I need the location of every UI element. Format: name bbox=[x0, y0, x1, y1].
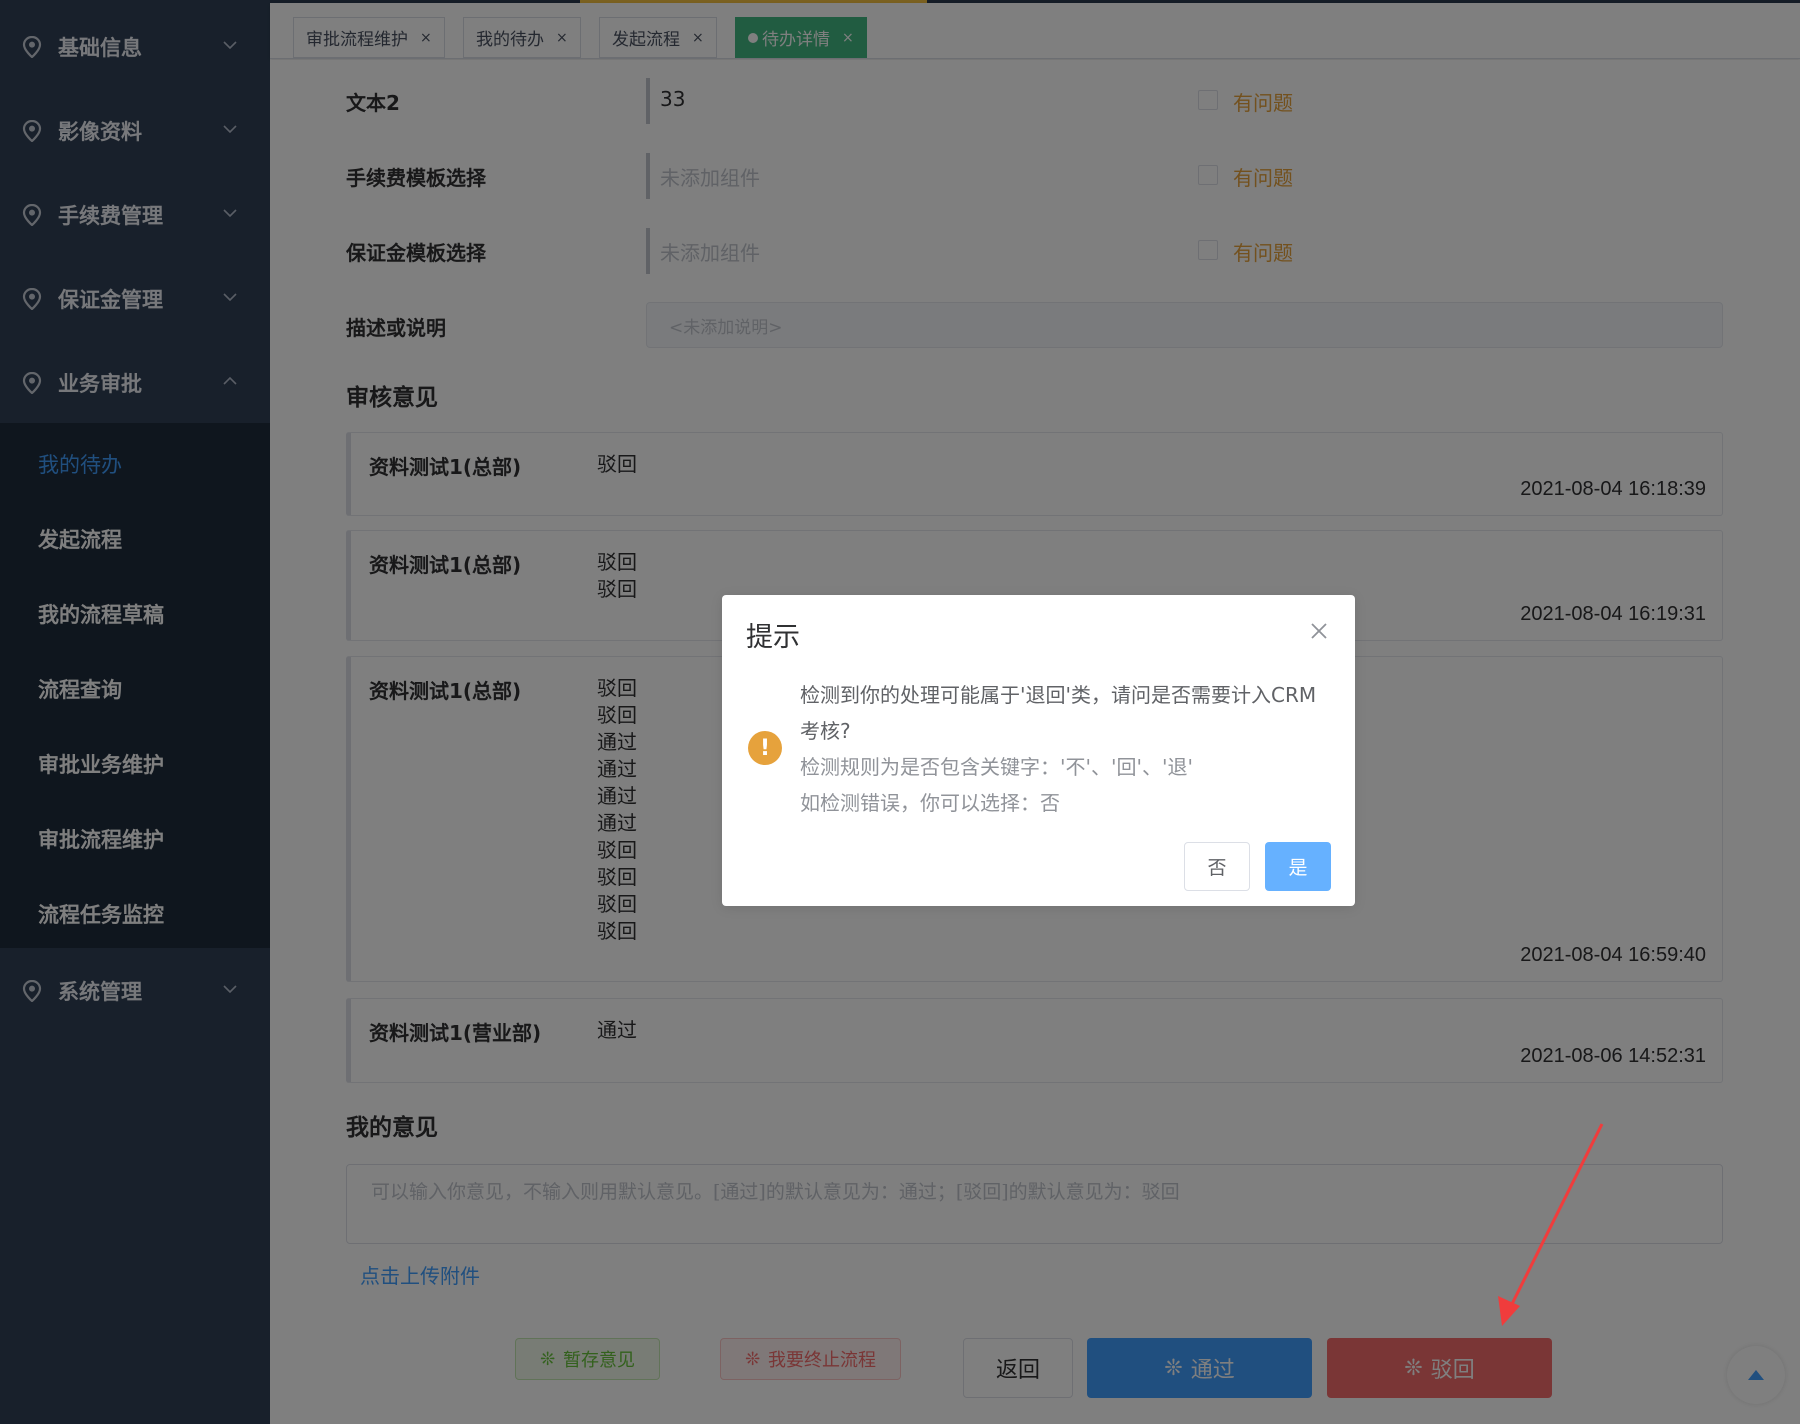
red-arrow-annotation bbox=[1498, 1123, 1604, 1326]
no-button[interactable]: 否 bbox=[1184, 842, 1250, 891]
dialog-message-line: 如检测错误，你可以选择：否 bbox=[800, 791, 1060, 815]
dialog-message-line: 检测到你的处理可能属于'退回'类，请问是否需要计入CRM考核? bbox=[800, 683, 1317, 743]
dialog-title: 提示 bbox=[746, 622, 800, 653]
dialog-message-line: 检测规则为是否包含关键字：'不'、'回'、'退' bbox=[800, 755, 1193, 779]
yes-button[interactable]: 是 bbox=[1265, 842, 1331, 891]
confirm-dialog: 提示 ! 检测到你的处理可能属于'退回'类，请问是否需要计入CRM考核? 检测规… bbox=[722, 595, 1355, 906]
dialog-message: 检测到你的处理可能属于'退回'类，请问是否需要计入CRM考核? 检测规则为是否包… bbox=[800, 677, 1320, 821]
warning-icon: ! bbox=[748, 731, 782, 765]
close-icon[interactable] bbox=[1309, 621, 1329, 641]
